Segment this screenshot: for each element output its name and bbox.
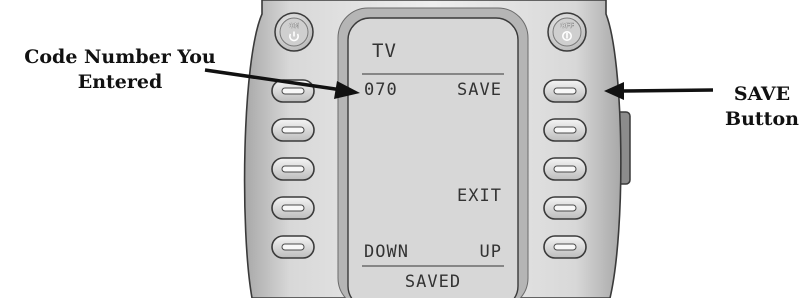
right-soft-button-4[interactable] [543, 196, 587, 220]
save-button-callout: SAVE Button [712, 82, 812, 132]
lcd-title: TV [372, 40, 397, 62]
on-label: ON [289, 23, 300, 30]
lcd-down-label: DOWN [364, 242, 409, 262]
on-power-button[interactable]: ON [274, 12, 314, 52]
code-callout-line-2: Entered [77, 71, 163, 93]
lcd-exit-label: EXIT [457, 186, 502, 206]
lcd-up-label: UP [479, 242, 502, 262]
save-callout-arrow [604, 82, 714, 100]
save-soft-button[interactable] [543, 79, 587, 103]
left-soft-button-4[interactable] [271, 196, 315, 220]
lcd-code-value: 070 [364, 80, 398, 100]
lcd-save-label: SAVE [457, 80, 502, 100]
code-callout-line-1: Code Number You [24, 46, 216, 68]
left-soft-button-5[interactable] [271, 235, 315, 259]
off-label: OFF [560, 23, 575, 30]
save-callout-line-1: SAVE [733, 83, 791, 105]
right-soft-button-2[interactable] [543, 118, 587, 142]
left-soft-button-3[interactable] [271, 157, 315, 181]
diagram-stage: ON OFF TV 070 SAVE EXIT DOWN UP SAVED Co… [0, 0, 812, 298]
lcd-content: TV 070 SAVE EXIT DOWN UP SAVED [362, 36, 504, 298]
code-number-callout: Code Number You Entered [4, 45, 236, 95]
up-soft-button[interactable] [543, 235, 587, 259]
exit-soft-button[interactable] [543, 157, 587, 181]
left-soft-button-2[interactable] [271, 118, 315, 142]
lcd-status: SAVED [404, 272, 462, 292]
off-power-button[interactable]: OFF [547, 12, 587, 52]
save-callout-line-2: Button [725, 108, 799, 130]
